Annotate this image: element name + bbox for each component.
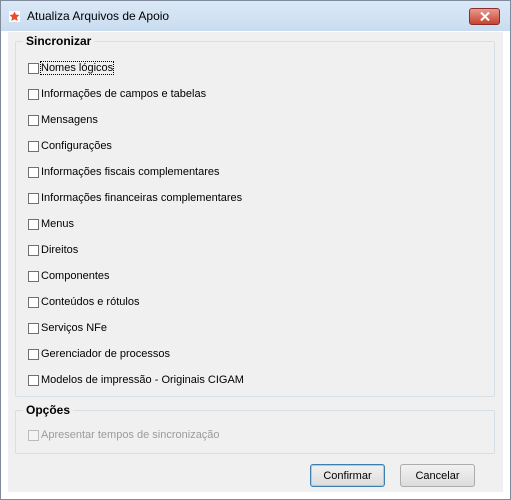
checkbox-label: Informações financeiras complementares: [41, 192, 243, 204]
dialog-body: Sincronizar Nomes lógicos Informações de …: [8, 32, 503, 492]
checkbox: [28, 429, 39, 441]
sync-item[interactable]: Mensagens: [28, 113, 98, 127]
sync-item[interactable]: Informações de campos e tabelas: [28, 87, 206, 101]
checkbox[interactable]: [28, 140, 39, 152]
checkbox-label: Mensagens: [41, 114, 98, 126]
checkbox-label: Configurações: [41, 140, 112, 152]
checkbox[interactable]: [28, 192, 39, 204]
dialog-window: Atualiza Arquivos de Apoio Sincronizar N…: [0, 0, 511, 500]
sync-item[interactable]: Modelos de impressão - Originais CIGAM: [28, 373, 244, 387]
checkbox-label: Conteúdos e rótulos: [41, 296, 140, 308]
sync-item[interactable]: Informações fiscais complementares: [28, 165, 220, 179]
checkbox[interactable]: [28, 88, 39, 100]
close-button[interactable]: [469, 8, 500, 25]
sync-item[interactable]: Conteúdos e rótulos: [28, 295, 139, 309]
checkbox-label: Serviços NFe: [41, 322, 108, 334]
checkbox-label: Apresentar tempos de sincronização: [41, 429, 220, 441]
cancel-button[interactable]: Cancelar: [400, 464, 475, 487]
app-icon: [9, 11, 20, 22]
sync-item[interactable]: Serviços NFe: [28, 321, 107, 335]
checkbox[interactable]: [28, 374, 39, 386]
sync-group: Sincronizar Nomes lógicos Informações de …: [15, 34, 495, 397]
checkbox[interactable]: [28, 218, 39, 230]
checkbox-label: Direitos: [41, 244, 79, 256]
sync-item[interactable]: Direitos: [28, 243, 78, 257]
checkbox-label: Gerenciador de processos: [41, 348, 171, 360]
sync-item[interactable]: Menus: [28, 217, 74, 231]
close-icon: [480, 12, 490, 21]
confirm-button[interactable]: Confirmar: [310, 464, 385, 487]
sync-item[interactable]: Configurações: [28, 139, 112, 153]
title-bar[interactable]: Atualiza Arquivos de Apoio: [1, 1, 510, 31]
sync-item[interactable]: Componentes: [28, 269, 110, 283]
options-group-label: Opções: [23, 403, 74, 417]
checkbox[interactable]: [28, 244, 39, 256]
checkbox[interactable]: [28, 322, 39, 334]
checkbox[interactable]: [28, 166, 39, 178]
checkbox[interactable]: [28, 270, 39, 282]
checkbox[interactable]: [28, 296, 39, 308]
sync-item[interactable]: Informações financeiras complementares: [28, 191, 242, 205]
checkbox-label: Modelos de impressão - Originais CIGAM: [41, 374, 244, 386]
checkbox[interactable]: [28, 62, 39, 74]
sync-item[interactable]: Gerenciador de processos: [28, 347, 170, 361]
checkbox[interactable]: [28, 114, 39, 126]
checkbox-label: Informações de campos e tabelas: [41, 88, 207, 100]
checkbox[interactable]: [28, 348, 39, 360]
sync-group-label: Sincronizar: [23, 34, 95, 48]
options-group: Opções Apresentar tempos de sincronizaçã…: [15, 403, 495, 454]
sync-item[interactable]: Nomes lógicos: [28, 61, 115, 75]
window-title: Atualiza Arquivos de Apoio: [27, 9, 170, 23]
checkbox-label: Nomes lógicos: [39, 61, 115, 75]
checkbox-label: Menus: [41, 218, 75, 230]
checkbox-label: Componentes: [41, 270, 110, 282]
option-item[interactable]: Apresentar tempos de sincronização: [28, 428, 220, 442]
checkbox-label: Informações fiscais complementares: [41, 166, 220, 178]
